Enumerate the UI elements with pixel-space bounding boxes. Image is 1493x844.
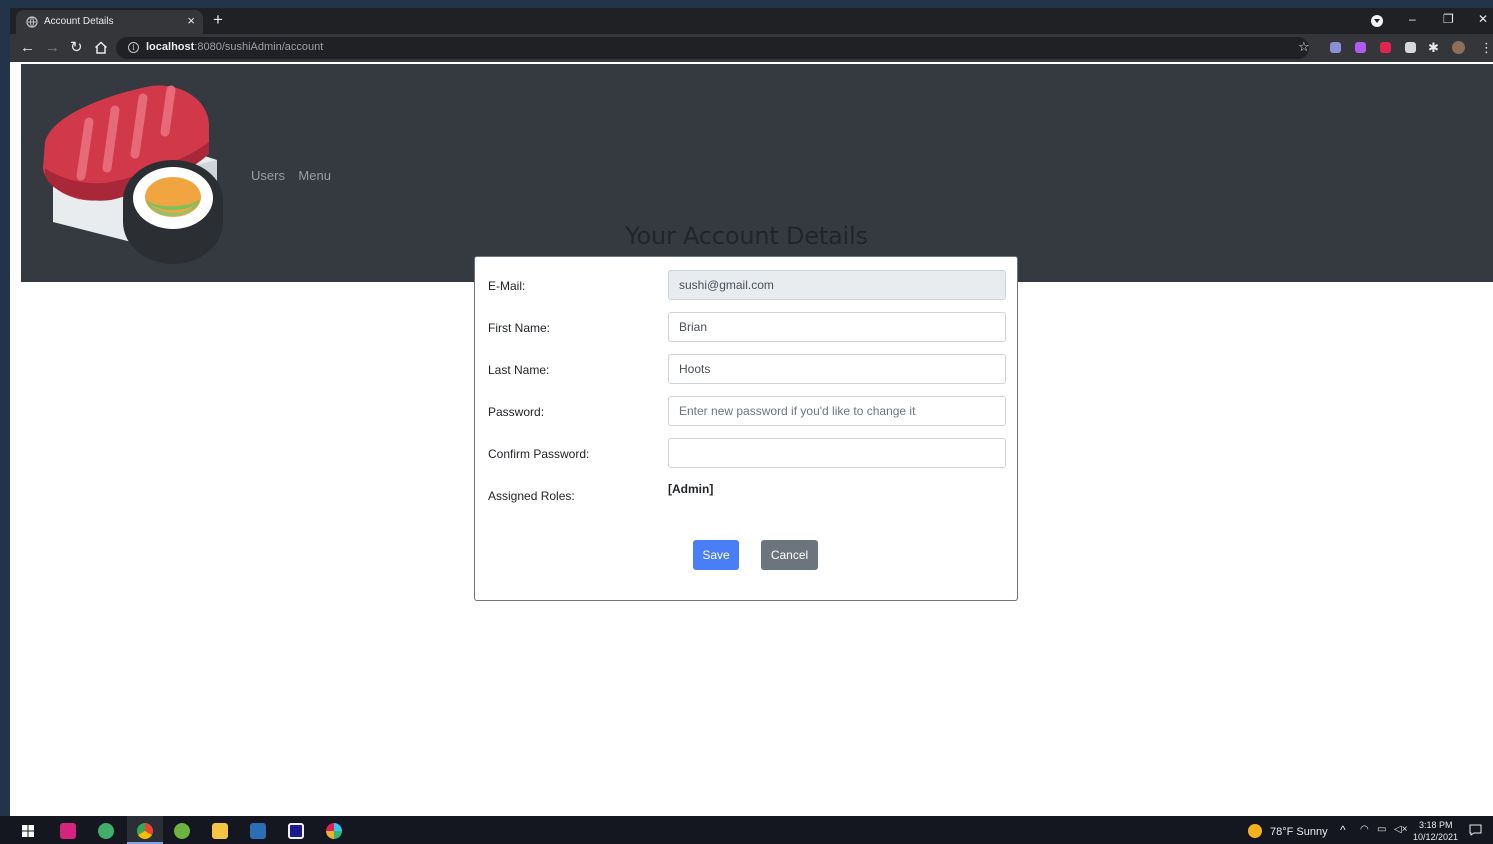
taskbar-app-green-icon[interactable]: [98, 823, 114, 839]
roles-label: Assigned Roles:: [488, 489, 575, 503]
slack-icon[interactable]: [326, 823, 342, 839]
minimize-icon[interactable]: –: [1409, 11, 1416, 27]
assigned-roles-value: [Admin]: [668, 482, 714, 496]
tab-account-details[interactable]: Account Details ×: [16, 10, 203, 34]
bookmark-star-icon[interactable]: ☆: [1298, 39, 1310, 55]
address-bar[interactable]: i localhost:8080/sushiAdmin/account: [116, 37, 1309, 59]
confirm-password-label: Confirm Password:: [488, 447, 590, 461]
url-text[interactable]: localhost:8080/sushiAdmin/account: [146, 41, 323, 53]
extension-cube-icon[interactable]: [1405, 42, 1416, 53]
forward-icon[interactable]: →: [45, 39, 60, 57]
last-name-label: Last Name:: [488, 363, 550, 377]
desktop-edge: [0, 0, 10, 816]
tab-search-icon[interactable]: [1371, 15, 1383, 27]
volume-icon[interactable]: ◁×: [1394, 824, 1408, 835]
notification-icon[interactable]: [1469, 824, 1482, 836]
restore-icon[interactable]: ❐: [1443, 11, 1454, 27]
reload-icon[interactable]: ↻: [70, 39, 83, 57]
battery-icon[interactable]: ▭: [1377, 824, 1386, 835]
taskbar-app-blue-icon[interactable]: [250, 823, 266, 839]
tab-title: Account Details: [44, 16, 114, 27]
password-label: Password:: [488, 405, 545, 419]
spring-icon[interactable]: [174, 823, 190, 839]
weather-text[interactable]: 78°F Sunny: [1270, 826, 1328, 838]
windows-start-icon[interactable]: [22, 825, 34, 837]
browser-toolbar: ← → ↻ i localhost:8080/sushiAdmin/accoun…: [10, 34, 1493, 62]
sun-icon: [1248, 824, 1262, 838]
last-name-field[interactable]: [668, 354, 1006, 384]
close-window-icon[interactable]: ✕: [1478, 11, 1488, 27]
save-button[interactable]: Save: [693, 540, 739, 570]
password-field[interactable]: [668, 396, 1006, 426]
taskbar-app-pink-icon[interactable]: [60, 823, 76, 839]
email-field[interactable]: [668, 270, 1006, 300]
clock-date[interactable]: 10/12/2021: [1413, 832, 1458, 842]
profile-avatar[interactable]: [1452, 41, 1465, 54]
network-icon[interactable]: ◠: [1360, 824, 1369, 835]
cancel-button[interactable]: Cancel: [761, 540, 818, 570]
extension-shield-icon[interactable]: [1330, 42, 1341, 53]
nav-link-users[interactable]: Users: [251, 168, 285, 183]
clock-time[interactable]: 3:18 PM: [1419, 820, 1453, 830]
file-explorer-icon[interactable]: [212, 823, 228, 839]
close-tab-icon[interactable]: ×: [187, 14, 195, 28]
first-name-field[interactable]: [668, 312, 1006, 342]
globe-icon: [26, 16, 38, 28]
chrome-icon[interactable]: [137, 823, 153, 839]
confirm-password-field[interactable]: [668, 438, 1006, 468]
back-icon[interactable]: ←: [20, 39, 35, 57]
more-menu-icon[interactable]: ⋮: [1480, 39, 1493, 57]
nav-links: Users Menu: [251, 167, 340, 185]
puzzle-icon[interactable]: ✱: [1428, 39, 1439, 57]
email-label: E-Mail:: [488, 279, 526, 293]
info-icon[interactable]: i: [128, 42, 139, 53]
home-icon[interactable]: [94, 41, 108, 54]
new-tab-button[interactable]: +: [213, 11, 223, 29]
extension-red-icon[interactable]: [1380, 42, 1391, 53]
page-title: Your Account Details: [625, 222, 868, 250]
windows-taskbar: 78°F Sunny ^ ◠ ▭ ◁× 3:18 PM 10/12/2021: [0, 816, 1493, 844]
account-form-card: E-Mail: First Name: Last Name: Password:…: [474, 256, 1018, 601]
tray-chevron-icon[interactable]: ^: [1340, 823, 1346, 837]
tab-strip: Account Details × + – ❐ ✕: [10, 8, 1493, 34]
nav-link-menu[interactable]: Menu: [298, 168, 331, 183]
extension-purple-icon[interactable]: [1355, 42, 1366, 53]
intellij-icon[interactable]: [288, 823, 304, 839]
desktop-background: [0, 0, 1493, 8]
first-name-label: First Name:: [488, 321, 551, 335]
